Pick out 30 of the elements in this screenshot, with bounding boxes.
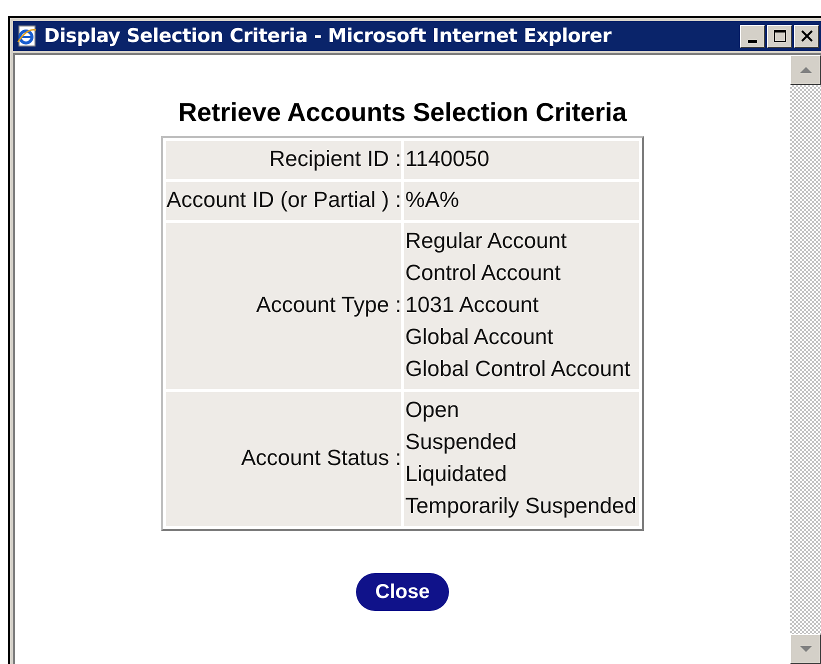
criteria-label: Account Type : [166, 223, 402, 390]
minimize-icon [748, 40, 757, 42]
criteria-label: Recipient ID : [166, 141, 402, 180]
scrollbar[interactable] [790, 55, 821, 664]
criteria-value: Global Account [405, 323, 554, 352]
criteria-value: Regular Account [405, 227, 568, 256]
close-icon [800, 29, 814, 43]
criteria-label: Account ID (or Partial ) : [166, 182, 402, 220]
criteria-value: %A% [405, 186, 460, 214]
close-button[interactable] [794, 24, 819, 48]
page-heading: Retrieve Accounts Selection Criteria [178, 97, 627, 128]
scroll-up-button[interactable] [790, 55, 821, 85]
criteria-value: Global Control Account [405, 355, 632, 384]
window-title: Display Selection Criteria - Microsoft Internet Explorer [44, 24, 612, 49]
criteria-value: Temporarily Suspended [405, 492, 636, 520]
maximize-icon [772, 29, 786, 43]
criteria-value: 1140050 [405, 145, 490, 174]
criteria-value: 1031 Account [405, 291, 540, 320]
close-button[interactable]: Close [356, 573, 449, 612]
criteria-value: Open [405, 396, 460, 424]
scroll-down-button[interactable] [790, 634, 821, 664]
browser-icon [15, 24, 39, 48]
minimize-button[interactable] [740, 24, 765, 48]
maximize-button[interactable] [767, 24, 792, 48]
criteria-value: Control Account [405, 259, 562, 288]
up-arrow-icon [798, 66, 812, 74]
criteria-label: Account Status : [166, 392, 402, 526]
criteria-value: Suspended [405, 428, 518, 456]
down-arrow-icon [798, 645, 812, 653]
criteria-value: Liquidated [405, 460, 508, 488]
